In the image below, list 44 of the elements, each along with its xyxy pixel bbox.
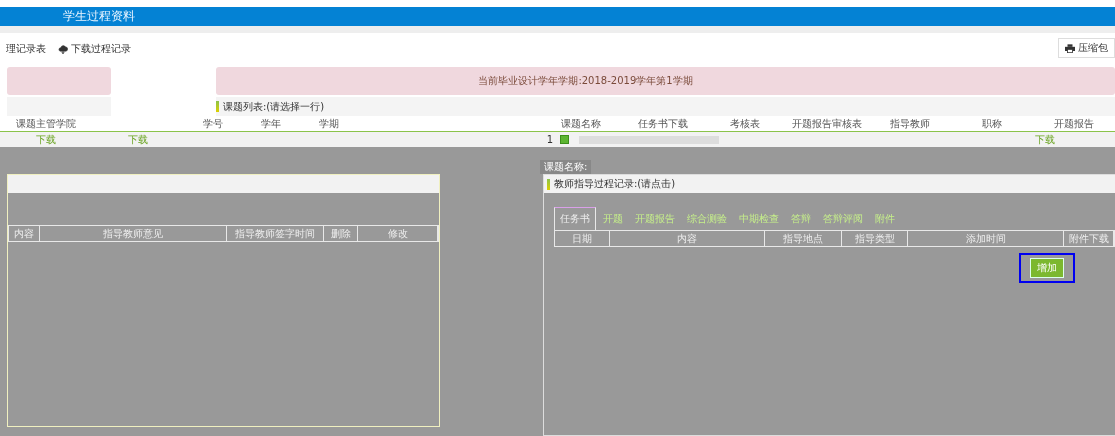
tab[interactable]: 附件 xyxy=(870,207,900,230)
tab[interactable]: 综合测验 xyxy=(682,207,732,230)
row-checkbox[interactable] xyxy=(560,135,569,144)
tab[interactable]: 答辩评阅 xyxy=(818,207,868,230)
tab[interactable]: 答辩 xyxy=(786,207,816,230)
column-header: 指导教师意见 xyxy=(40,226,227,241)
column-header: 指导教师签字时间 xyxy=(227,226,324,241)
column-header: 学号 xyxy=(202,116,224,131)
tab[interactable]: 开题报告 xyxy=(630,207,680,230)
column-header: 职称 xyxy=(980,116,1003,131)
column-header: 课题主管学院 xyxy=(15,116,77,131)
column-header: 开题报告 xyxy=(1052,116,1095,131)
column-header: 修改 xyxy=(358,226,438,241)
column-header: 指导类型 xyxy=(842,231,908,246)
column-header: 学期 xyxy=(318,116,340,131)
topic-list-title: 课题列表:(请选择一行) xyxy=(223,99,325,114)
column-header: 附件下载 xyxy=(1064,231,1114,246)
printer-icon xyxy=(1065,43,1075,53)
dialog-title: 教师指导过程记录:(请点击) xyxy=(554,177,676,191)
column-header: 添加时间 xyxy=(908,231,1064,246)
column-header: 内容 xyxy=(9,226,40,241)
topic-name-label: 课题名称: xyxy=(540,160,592,174)
tab[interactable]: 中期检查 xyxy=(734,207,784,230)
download-link[interactable]: 下载 xyxy=(1035,132,1055,147)
download-link[interactable]: 下载 xyxy=(0,132,92,147)
column-header: 学年 xyxy=(260,116,282,131)
semester-banner: 当前毕业设计学年学期:2018-2019学年第1学期 xyxy=(216,67,1115,95)
cloud-download-icon xyxy=(58,44,68,54)
column-header: 课题名称 xyxy=(560,116,603,131)
column-header: 指导教师 xyxy=(888,116,931,131)
column-header: 删除 xyxy=(324,226,358,241)
add-button[interactable]: 增加 xyxy=(1030,258,1064,278)
tab[interactable]: 任务书 xyxy=(554,207,596,230)
download-link[interactable]: 下载 xyxy=(92,132,184,147)
column-header: 内容 xyxy=(610,231,765,246)
print-button[interactable]: 压缩包 xyxy=(1058,38,1115,58)
tab[interactable]: 开题 xyxy=(598,207,628,230)
column-header: 指导地点 xyxy=(765,231,842,246)
page-title: 学生过程资料 xyxy=(63,8,135,25)
row-number: 1 xyxy=(545,134,555,145)
column-header: 日期 xyxy=(555,231,610,246)
column-header: 任务书下载 xyxy=(637,116,690,131)
column-header: 开题报告审核表 xyxy=(791,116,864,131)
column-header: 考核表 xyxy=(729,116,762,131)
